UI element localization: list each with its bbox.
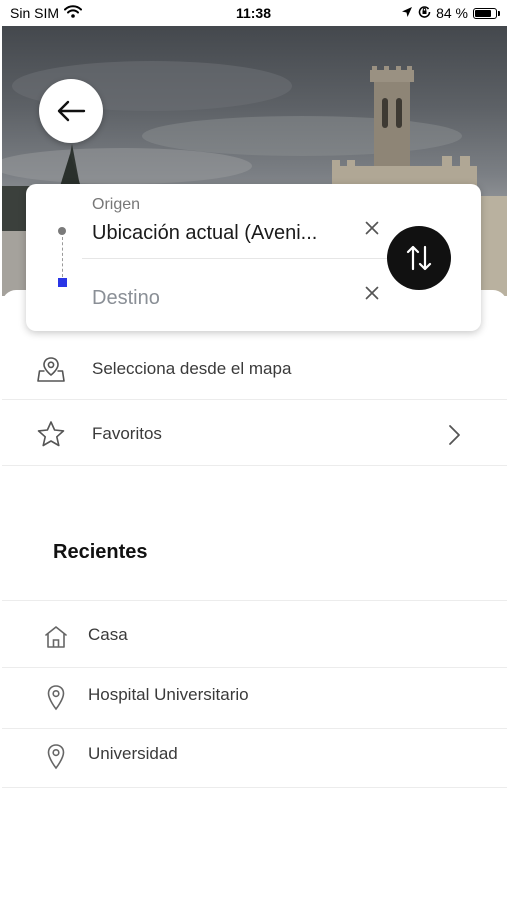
divider <box>2 787 507 788</box>
location-pin-icon <box>46 743 66 771</box>
arrow-left-icon <box>57 100 86 122</box>
orientation-lock-icon <box>418 5 431 21</box>
status-bar-right: 84 % <box>401 5 507 21</box>
status-bar-left: Sin SIM <box>0 5 83 21</box>
divider <box>2 399 507 400</box>
wifi-icon <box>64 5 83 21</box>
location-arrow-icon <box>401 5 413 21</box>
route-connector <box>61 237 63 277</box>
recent-item-label: Universidad <box>88 744 178 763</box>
map-pin-icon <box>36 354 66 384</box>
origin-field[interactable]: Ubicación actual (Aveni... <box>92 222 317 245</box>
recent-item[interactable]: Hospital Universitario <box>2 668 507 728</box>
back-button[interactable] <box>39 79 103 143</box>
battery-level <box>475 9 491 17</box>
star-icon <box>36 420 66 448</box>
battery-text: 84 % <box>436 5 468 21</box>
battery-icon <box>473 7 500 19</box>
select-from-map-row[interactable]: Selecciona desde el mapa <box>2 340 507 398</box>
origin-label: Origen <box>92 196 141 213</box>
home-icon <box>43 625 69 649</box>
swap-vertical-icon <box>406 245 432 271</box>
divider <box>2 600 507 601</box>
divider <box>2 465 507 466</box>
destination-input[interactable] <box>92 284 362 312</box>
clear-origin-button[interactable] <box>361 217 383 239</box>
recent-item[interactable]: Universidad <box>2 729 507 787</box>
card-divider <box>82 258 392 259</box>
status-bar: Sin SIM 11:38 84 % <box>0 0 507 26</box>
carrier-text: Sin SIM <box>10 5 60 21</box>
destination-marker <box>58 278 67 287</box>
origin-marker <box>58 227 66 235</box>
chevron-right-icon <box>447 424 461 446</box>
close-icon <box>365 221 379 235</box>
recent-item-label: Casa <box>88 625 128 644</box>
recent-item[interactable]: Casa <box>2 606 507 666</box>
close-icon <box>365 286 379 300</box>
favorites-label: Favoritos <box>92 424 162 443</box>
clear-destination-button[interactable] <box>361 282 383 304</box>
swap-route-button[interactable] <box>387 226 451 290</box>
recents-title: Recientes <box>53 541 148 563</box>
select-from-map-label: Selecciona desde el mapa <box>92 359 292 378</box>
favorites-row[interactable]: Favoritos <box>2 404 507 464</box>
location-pin-icon <box>46 684 66 712</box>
recent-item-label: Hospital Universitario <box>88 685 249 704</box>
